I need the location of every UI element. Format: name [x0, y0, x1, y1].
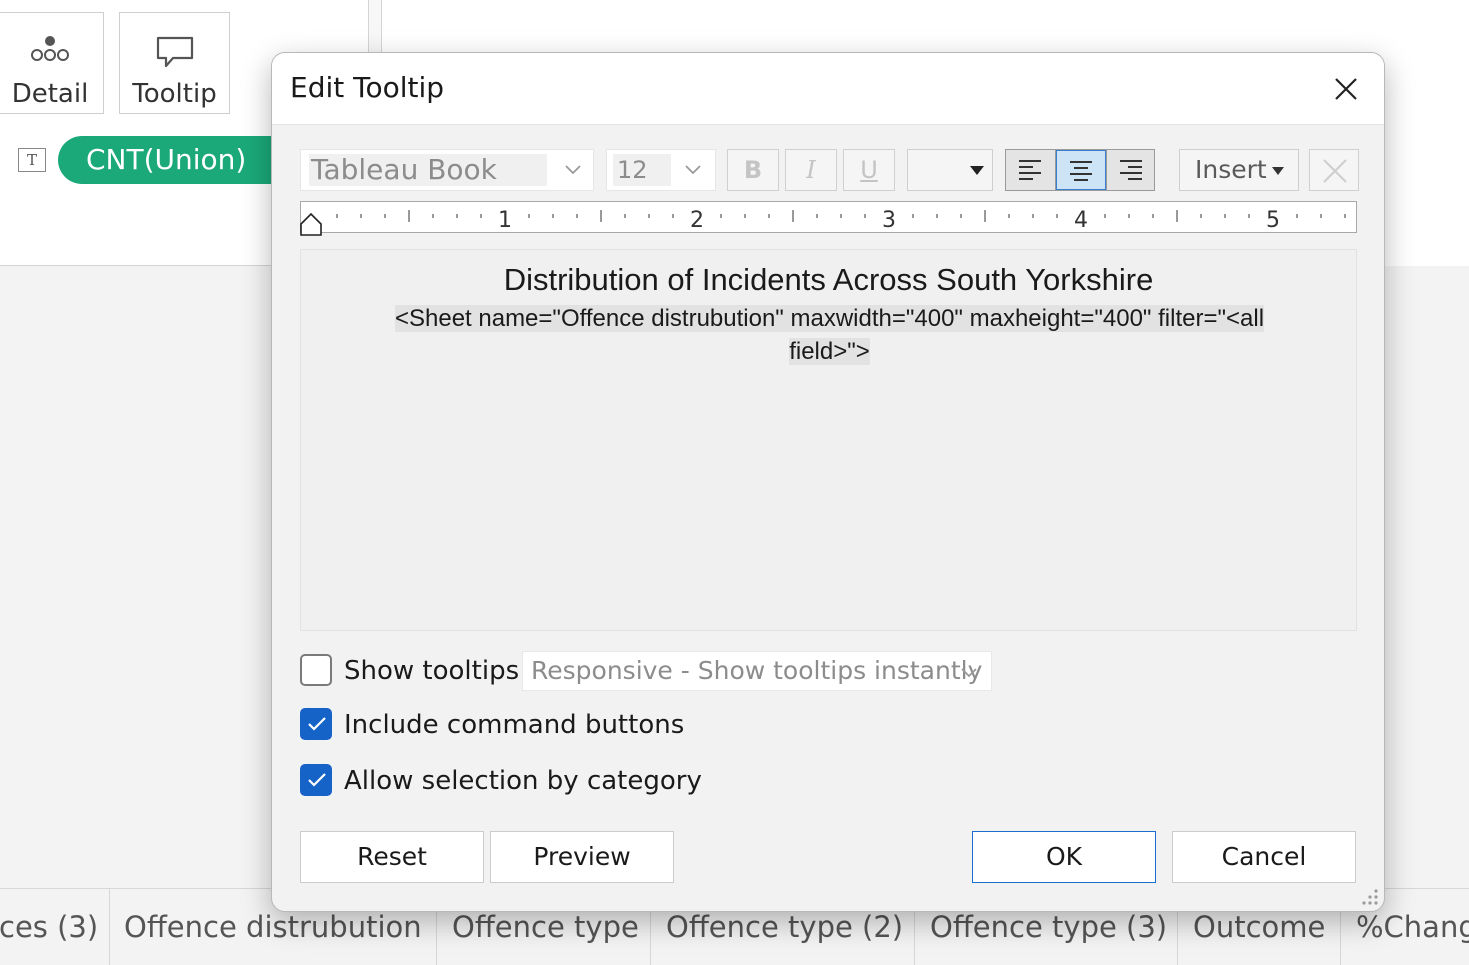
sheet-tag-text: <Sheet name="Offence distrubution" maxwi…: [337, 302, 1322, 368]
ruler-label: 3: [882, 208, 896, 232]
align-right-icon: [1120, 160, 1142, 180]
font-size-value: 12: [613, 154, 671, 186]
align-left-icon: [1019, 160, 1041, 180]
align-center-button[interactable]: [1056, 150, 1106, 190]
include-command-buttons-checkbox[interactable]: [300, 708, 332, 740]
tooltip-mode-select[interactable]: Responsive - Show tooltips instantly: [522, 651, 992, 691]
insert-label: Insert: [1195, 155, 1267, 184]
close-icon[interactable]: [1328, 71, 1364, 107]
dropdown-arrow-icon: [1272, 167, 1284, 175]
dropdown-arrow-icon: [970, 166, 984, 175]
clear-icon: [1323, 159, 1347, 183]
chevron-down-icon: [685, 165, 701, 175]
cancel-button[interactable]: Cancel: [1172, 831, 1356, 883]
alignment-group: [1005, 149, 1155, 191]
font-color-select[interactable]: [907, 149, 993, 191]
checkmark-icon: [308, 773, 326, 787]
tooltip-text-editor[interactable]: Distribution of Incidents Across South Y…: [300, 249, 1357, 631]
ruler[interactable]: 1 2 3 4 5: [300, 201, 1357, 236]
detail-label: Detail: [11, 79, 89, 109]
tooltip-title-text: Distribution of Incidents Across South Y…: [503, 262, 1154, 297]
text-mark-icon[interactable]: T: [18, 148, 46, 172]
align-center-icon: [1070, 161, 1092, 181]
sheet-tag-line: field>">: [789, 338, 870, 365]
dialog-title: Edit Tooltip: [290, 71, 445, 104]
tooltip-mode-value: Responsive - Show tooltips instantly: [531, 656, 983, 685]
italic-button[interactable]: I: [785, 149, 837, 191]
resize-grip-icon[interactable]: [1360, 887, 1380, 907]
field-pill[interactable]: CNT(Union): [58, 136, 298, 184]
ruler-label: 2: [690, 208, 704, 232]
include-command-buttons-label: Include command buttons: [344, 710, 685, 740]
align-right-button[interactable]: [1106, 150, 1156, 190]
chevron-down-icon: [961, 668, 977, 678]
allow-selection-label: Allow selection by category: [344, 766, 702, 796]
font-family-select[interactable]: Tableau Book: [300, 149, 594, 191]
font-size-select[interactable]: 12: [606, 149, 716, 191]
ruler-label: 1: [498, 208, 512, 232]
dialog-titlebar[interactable]: Edit Tooltip: [272, 53, 1384, 125]
ruler-scale: 1 2 3 4 5: [336, 208, 1346, 233]
ruler-label: 4: [1074, 208, 1088, 232]
detail-icon: [31, 36, 69, 61]
font-family-value: Tableau Book: [309, 154, 547, 186]
tooltip-mark-button[interactable]: Tooltip: [119, 12, 230, 114]
edit-tooltip-dialog: Edit Tooltip Tableau Book 12 B I U Inser…: [271, 52, 1385, 912]
clear-formatting-button[interactable]: [1309, 149, 1359, 191]
reset-button[interactable]: Reset: [300, 831, 484, 883]
underline-button[interactable]: U: [843, 149, 895, 191]
bold-button[interactable]: B: [727, 149, 779, 191]
ruler-label: 5: [1266, 208, 1280, 232]
marks-field-row: T CNT(Union): [0, 136, 298, 184]
preview-button[interactable]: Preview: [490, 831, 674, 883]
checkmark-icon: [308, 717, 326, 731]
indent-marker-icon[interactable]: [300, 212, 322, 236]
allow-selection-checkbox[interactable]: [300, 764, 332, 796]
sheet-tab[interactable]: ces (3): [0, 889, 110, 965]
show-tooltips-checkbox[interactable]: [300, 654, 332, 686]
tooltip-icon: [156, 36, 193, 68]
insert-menu-button[interactable]: Insert: [1179, 149, 1299, 191]
format-toolbar: Tableau Book 12 B I U Insert: [272, 149, 1384, 193]
detail-mark-button[interactable]: Detail: [0, 12, 104, 114]
sheet-tag-line: <Sheet name="Offence distrubution" maxwi…: [394, 305, 1265, 332]
chevron-down-icon: [565, 165, 581, 175]
tooltip-label: Tooltip: [132, 79, 217, 109]
show-tooltips-label: Show tooltips: [344, 656, 520, 686]
align-left-button[interactable]: [1006, 150, 1056, 190]
ok-button[interactable]: OK: [972, 831, 1156, 883]
